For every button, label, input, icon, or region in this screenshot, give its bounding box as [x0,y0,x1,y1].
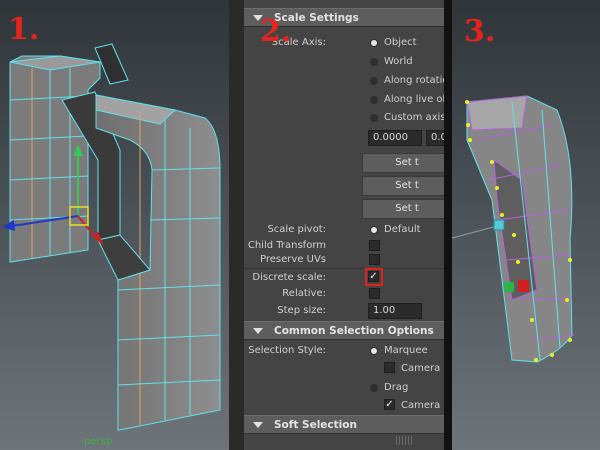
custom-axis-field-2[interactable]: 0.0 [426,130,444,146]
radio-drag[interactable] [370,384,378,392]
preserve-child-checkbox[interactable] [369,240,380,251]
option-along-rotation[interactable]: Along rotation [384,75,444,86]
tool-settings-panel: Scale Settings Scale Axis: Object World … [244,0,444,450]
set-button-2[interactable]: Set t [362,176,444,196]
custom-axis-field-1[interactable]: 0.0000 [368,130,422,146]
camera-based-label-2: Camera ba [401,400,444,411]
model-wireframe-purple [452,95,575,363]
viewport-1[interactable]: 1. persp [0,0,229,450]
selection-style-label: Selection Style: [248,345,326,356]
step-size-field[interactable]: 1.00 [368,303,422,319]
annotation-highlight-box [365,268,383,286]
preserve-uvs-label: Preserve UVs [260,254,326,265]
option-pivot-default[interactable]: Default [384,224,421,235]
radio-object[interactable] [370,39,378,47]
relative-checkbox[interactable] [369,288,380,299]
set-button-3[interactable]: Set t [362,199,444,219]
resize-grip-icon[interactable] [396,436,414,445]
panel-border [444,0,452,450]
set-button-1[interactable]: Set t [362,153,444,173]
section-title: Soft Selection [274,419,357,431]
step-marker-1: 1. [8,12,40,47]
step-marker-3: 3. [464,14,496,49]
option-drag[interactable]: Drag [384,382,408,393]
discrete-scale-label: Discrete scale: [252,272,326,283]
collapse-arrow-icon[interactable] [253,328,263,334]
camera-label: persp [84,436,113,447]
camera-based-label-1: Camera ba [401,363,444,374]
option-object[interactable]: Object [384,37,417,48]
section-common-selection[interactable]: Common Selection Options [244,321,444,340]
relative-label: Relative: [282,288,326,299]
divider [244,268,444,269]
option-marquee[interactable]: Marquee [384,345,428,356]
radio-along-live-object[interactable] [370,96,378,104]
viewport-3[interactable]: 3. [452,0,600,450]
radio-custom-axis[interactable] [370,114,378,122]
option-custom-axis[interactable]: Custom axis o [384,112,444,123]
step-size-label: Step size: [277,305,326,316]
option-along-live-object[interactable]: Along live obje [384,94,444,105]
camera-based-checkbox-2[interactable]: ✓ [384,399,395,410]
radio-pivot-default[interactable] [370,226,378,234]
collapse-arrow-icon[interactable] [253,422,263,428]
step-marker-2: 2. [260,14,292,49]
model-wireframe [2,43,221,431]
preserve-child-label: Preserve Child Transform [244,240,326,251]
section-title: Common Selection Options [274,325,434,337]
option-world[interactable]: World [384,56,413,67]
radio-along-rotation[interactable] [370,77,378,85]
preserve-uvs-checkbox[interactable] [369,254,380,265]
camera-based-checkbox-1[interactable] [384,362,395,373]
section-soft-selection[interactable]: Soft Selection [244,415,444,434]
scale-pivot-label: Scale pivot: [267,224,326,235]
panel-border [229,0,244,450]
radio-marquee[interactable] [370,347,378,355]
radio-world[interactable] [370,58,378,66]
